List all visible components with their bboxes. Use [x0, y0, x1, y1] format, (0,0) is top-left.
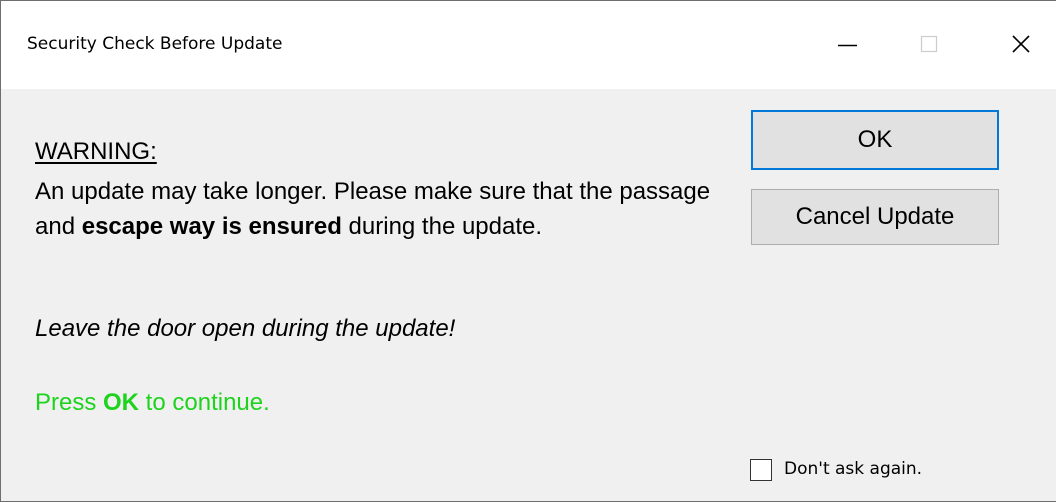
- dialog-content: WARNING: An update may take longer. Plea…: [1, 89, 1057, 503]
- minimize-button[interactable]: [819, 19, 875, 71]
- continue-instruction: Press OK to continue.: [35, 389, 270, 417]
- warning-text-part2: during the update.: [341, 213, 543, 240]
- warning-message: An update may take longer. Please make s…: [35, 174, 725, 244]
- minimize-icon: [838, 44, 857, 47]
- dont-ask-again-checkbox[interactable]: [750, 459, 772, 481]
- continue-suffix: to continue.: [139, 389, 270, 416]
- warning-heading: WARNING:: [35, 138, 157, 165]
- window-title: Security Check Before Update: [27, 34, 283, 54]
- continue-prefix: Press: [35, 389, 104, 416]
- dialog-window: Security Check Before Update WARNING: An…: [0, 0, 1057, 503]
- close-icon: [1012, 35, 1030, 53]
- door-note: Leave the door open during the update!: [35, 315, 456, 342]
- continue-ok-word: OK: [103, 389, 140, 416]
- close-button[interactable]: [993, 19, 1049, 71]
- title-bar: Security Check Before Update: [1, 1, 1057, 89]
- cancel-update-button[interactable]: Cancel Update: [751, 189, 999, 245]
- maximize-icon: [920, 35, 938, 53]
- maximize-button: [899, 19, 955, 71]
- warning-text-emphasis: escape way is ensured: [81, 213, 342, 240]
- dont-ask-again-label[interactable]: Don't ask again.: [784, 459, 922, 479]
- ok-button[interactable]: OK: [751, 110, 999, 170]
